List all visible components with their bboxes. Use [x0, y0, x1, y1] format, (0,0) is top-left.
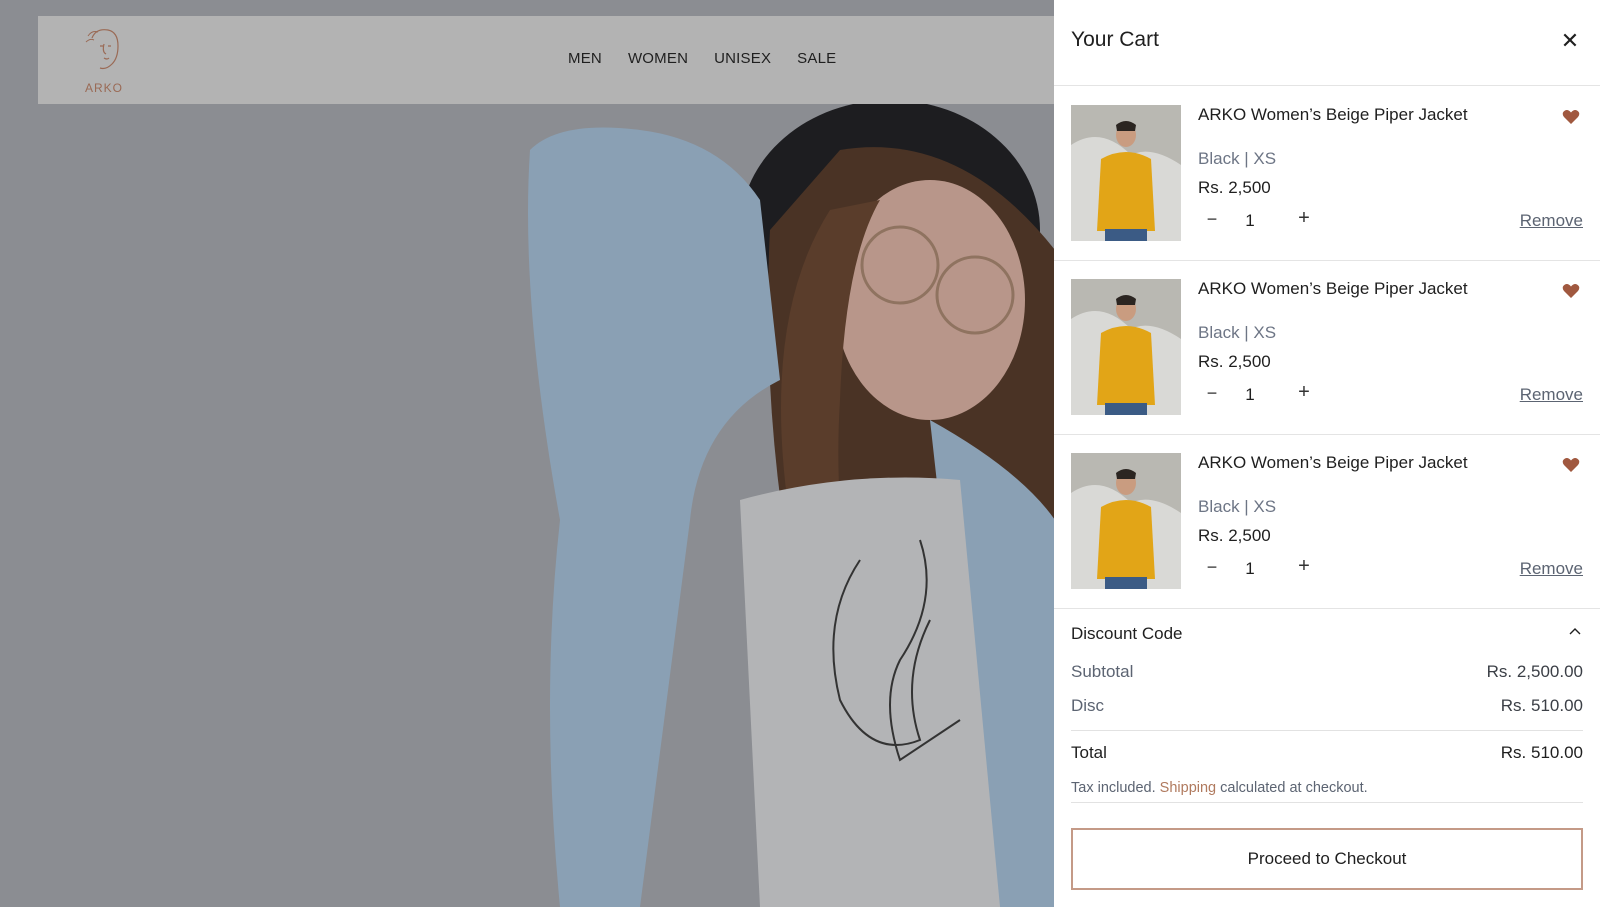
- cart-item: ARKO Women’s Beige Piper Jacket Black | …: [1054, 87, 1600, 261]
- item-variant: Black | XS: [1198, 149, 1277, 168]
- product-image[interactable]: [1071, 453, 1181, 589]
- item-name[interactable]: ARKO Women’s Beige Piper Jacket: [1198, 453, 1468, 473]
- proceed-to-checkout-button[interactable]: Proceed to Checkout: [1071, 828, 1583, 890]
- quantity-increase-button[interactable]: +: [1294, 381, 1314, 405]
- divider: [1071, 730, 1583, 731]
- quantity-decrease-button[interactable]: −: [1202, 383, 1222, 405]
- subtotal-label: Subtotal: [1071, 662, 1134, 681]
- subtotal-row: Subtotal Rs. 2,500.00: [1071, 662, 1583, 684]
- item-price: Rs. 2,500: [1198, 178, 1271, 197]
- store-page: ARKO MEN WOMEN UNISEX SALE: [0, 0, 1055, 907]
- quantity-value[interactable]: 1: [1238, 385, 1262, 405]
- item-variant: Black | XS: [1198, 497, 1277, 516]
- remove-link[interactable]: Remove: [1520, 385, 1583, 405]
- quantity-decrease-button[interactable]: −: [1202, 209, 1222, 231]
- quantity-increase-button[interactable]: +: [1294, 555, 1314, 579]
- item-price: Rs. 2,500: [1198, 352, 1271, 371]
- cart-item: ARKO Women’s Beige Piper Jacket Black | …: [1054, 261, 1600, 435]
- chevron-up-icon: [1569, 628, 1581, 635]
- page-overlay[interactable]: [0, 0, 1055, 907]
- discount-code-label: Discount Code: [1071, 624, 1183, 643]
- quantity-decrease-button[interactable]: −: [1202, 557, 1222, 579]
- heart-icon[interactable]: [1562, 109, 1580, 125]
- item-name[interactable]: ARKO Women’s Beige Piper Jacket: [1198, 105, 1468, 125]
- total-row: Total Rs. 510.00: [1071, 743, 1583, 765]
- tax-suffix: calculated at checkout.: [1220, 780, 1368, 796]
- tax-note: Tax included. Shipping calculated at che…: [1071, 780, 1368, 796]
- divider: [1071, 802, 1583, 803]
- total-label: Total: [1071, 743, 1107, 762]
- discount-code-toggle[interactable]: Discount Code: [1071, 624, 1583, 650]
- item-variant: Black | XS: [1198, 323, 1277, 342]
- cart-drawer: Your Cart ✕ ARKO Women’s Beige Piper Jac…: [1054, 0, 1600, 907]
- discount-label: Disc: [1071, 696, 1105, 715]
- product-image[interactable]: [1071, 279, 1181, 415]
- remove-link[interactable]: Remove: [1520, 211, 1583, 231]
- remove-link[interactable]: Remove: [1520, 559, 1583, 579]
- item-name[interactable]: ARKO Women’s Beige Piper Jacket: [1198, 279, 1468, 299]
- close-icon[interactable]: ✕: [1558, 30, 1582, 54]
- item-price: Rs. 2,500: [1198, 526, 1271, 545]
- total-value: Rs. 510.00: [1500, 743, 1583, 762]
- heart-icon[interactable]: [1562, 283, 1580, 299]
- quantity-value[interactable]: 1: [1238, 211, 1262, 231]
- cart-item: ARKO Women’s Beige Piper Jacket Black | …: [1054, 435, 1600, 609]
- quantity-increase-button[interactable]: +: [1294, 207, 1314, 231]
- heart-icon[interactable]: [1562, 457, 1580, 473]
- cart-title: Your Cart: [1071, 28, 1159, 51]
- shipping-link[interactable]: Shipping: [1160, 780, 1216, 796]
- cart-header: Your Cart ✕: [1054, 0, 1600, 86]
- subtotal-value: Rs. 2,500.00: [1486, 662, 1583, 681]
- quantity-value[interactable]: 1: [1238, 559, 1262, 579]
- product-image[interactable]: [1071, 105, 1181, 241]
- discount-value: Rs. 510.00: [1500, 696, 1583, 715]
- tax-prefix: Tax included.: [1071, 780, 1156, 796]
- discount-row: Disc Rs. 510.00: [1071, 696, 1583, 718]
